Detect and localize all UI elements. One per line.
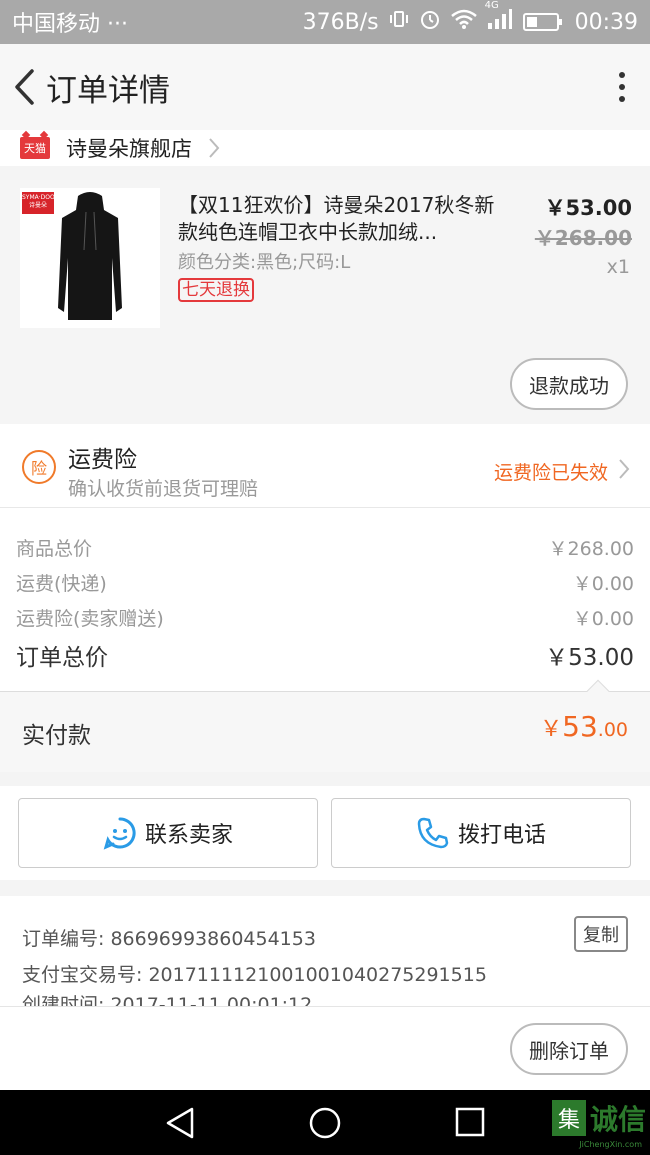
more-dot bbox=[619, 96, 625, 102]
nav-home-icon[interactable] bbox=[308, 1106, 342, 1140]
page-title: 订单详情 bbox=[46, 72, 170, 109]
chevron-right-icon bbox=[209, 138, 220, 158]
product-image[interactable]: SYMA·DOOR 诗曼朵 bbox=[20, 188, 160, 328]
insurance-icon: 险 bbox=[22, 450, 56, 484]
nav-bar: 订单详情 bbox=[0, 44, 650, 130]
carrier-label: 中国移动 ··· bbox=[12, 12, 128, 37]
created-time: 创建时间: 2017-11-11 00:01:12 bbox=[22, 994, 313, 1006]
battery-icon bbox=[522, 13, 562, 31]
contact-seller-button[interactable]: 联系卖家 bbox=[18, 798, 318, 868]
more-dot bbox=[619, 72, 625, 78]
cost-row: 运费(快递) ￥0.00 bbox=[16, 569, 634, 596]
order-total-label: 订单总价 bbox=[16, 645, 108, 671]
watermark-text: 诚信 bbox=[589, 1103, 646, 1136]
original-price: ￥268.00 bbox=[534, 226, 632, 250]
chevron-right-icon bbox=[619, 459, 630, 479]
amount-decimal: .00 bbox=[597, 719, 628, 741]
amount-paid-row: 实付款 ￥ 53 .00 bbox=[0, 679, 650, 772]
amount-integer: 53 bbox=[562, 710, 598, 743]
cost-row: 运费险(卖家赠送) ￥0.00 bbox=[16, 604, 634, 631]
currency-symbol: ￥ bbox=[540, 717, 563, 742]
signal-icon: 4G bbox=[485, 0, 513, 36]
return-policy-tag: 七天退换 bbox=[178, 278, 254, 302]
phone-icon bbox=[417, 817, 449, 849]
cost-label: 商品总价 bbox=[16, 538, 93, 560]
contact-actions: 联系卖家 拨打电话 bbox=[0, 786, 650, 880]
product-title[interactable]: 【双11狂欢价】诗曼朵2017秋冬新款纯色连帽卫衣中长款加绒... bbox=[178, 192, 498, 246]
cost-value: ￥268.00 bbox=[548, 538, 634, 560]
product-price: ￥53.00 bbox=[544, 196, 632, 220]
nav-back-icon[interactable] bbox=[164, 1106, 198, 1140]
cost-label: 运费(快递) bbox=[16, 573, 107, 595]
chat-bubble-icon bbox=[103, 817, 136, 850]
nav-recents-icon[interactable] bbox=[454, 1106, 486, 1138]
hoodie-dress-image bbox=[58, 192, 122, 320]
bottom-action-bar: 删除订单 bbox=[0, 1006, 650, 1090]
watermark-box: 集 bbox=[551, 1100, 586, 1136]
network-type: 4G bbox=[484, 0, 499, 11]
clock: 00:39 bbox=[574, 9, 638, 35]
more-menu-button[interactable] bbox=[594, 44, 650, 130]
network-speed: 376B/s bbox=[302, 9, 379, 35]
product-spec: 颜色分类:黑色;尺码:L bbox=[178, 252, 351, 273]
alipay-trade-number: 支付宝交易号: 2017111121001001040275291515 bbox=[22, 964, 487, 986]
contact-seller-label: 联系卖家 bbox=[144, 823, 233, 848]
order-info: 订单编号: 866969938604541​53 支付宝交易号: 2017111… bbox=[0, 896, 650, 1006]
back-button[interactable] bbox=[2, 44, 46, 130]
insurance-status: 运费险已失效 bbox=[493, 462, 608, 484]
insurance-subtitle: 确认收货前退货可理赔 bbox=[68, 478, 259, 500]
amount-paid-value: ￥ 53 .00 bbox=[540, 710, 628, 743]
watermark-logo: 集 诚信 bbox=[551, 1098, 646, 1138]
insurance-title: 运费险 bbox=[68, 447, 137, 473]
watermark-url: JiChengXin.com bbox=[579, 1140, 642, 1149]
system-nav-bar: 集 诚信 JiChengXin.com bbox=[0, 1090, 650, 1155]
copy-button[interactable]: 复制 bbox=[574, 916, 628, 952]
cost-row: 商品总价 ￥268.00 bbox=[16, 534, 634, 561]
cost-label: 运费险(卖家赠送) bbox=[16, 608, 164, 630]
amount-paid-label: 实付款 bbox=[22, 723, 91, 749]
store-row[interactable]: 天猫 诗曼朵旗舰店 bbox=[0, 130, 650, 166]
refund-status-button[interactable]: 退款成功 bbox=[510, 358, 628, 410]
alarm-icon bbox=[419, 8, 441, 36]
more-dot bbox=[619, 84, 625, 90]
cost-value: ￥0.00 bbox=[572, 573, 634, 595]
tmall-badge: 天猫 bbox=[20, 137, 50, 159]
wifi-icon bbox=[450, 9, 477, 35]
chevron-left-icon bbox=[15, 69, 34, 105]
store-name: 诗曼朵旗舰店 bbox=[66, 137, 192, 161]
call-phone-label: 拨打电话 bbox=[457, 823, 546, 848]
delete-order-button[interactable]: 删除订单 bbox=[510, 1023, 628, 1075]
order-total-value: ￥53.00 bbox=[545, 645, 634, 671]
shipping-insurance-row[interactable]: 险 运费险 确认收货前退货可理赔 运费险已失效 bbox=[0, 424, 650, 508]
product-quantity: x1 bbox=[606, 256, 630, 278]
order-number: 订单编号: 866969938604541​53 bbox=[22, 928, 316, 950]
call-phone-button[interactable]: 拨打电话 bbox=[331, 798, 631, 868]
order-total-row: 订单总价 ￥53.00 bbox=[16, 638, 634, 672]
product-card[interactable]: SYMA·DOOR 诗曼朵 【双11狂欢价】诗曼朵2017秋冬新款纯色连帽卫衣中… bbox=[0, 180, 650, 424]
cost-value: ￥0.00 bbox=[572, 608, 634, 630]
vibrate-icon bbox=[389, 9, 409, 35]
status-bar: 中国移动 ··· 376B/s 4G 00:39 bbox=[0, 0, 650, 44]
cost-breakdown: 商品总价 ￥268.00 运费(快递) ￥0.00 运费险(卖家赠送) ￥0.0… bbox=[0, 508, 650, 692]
